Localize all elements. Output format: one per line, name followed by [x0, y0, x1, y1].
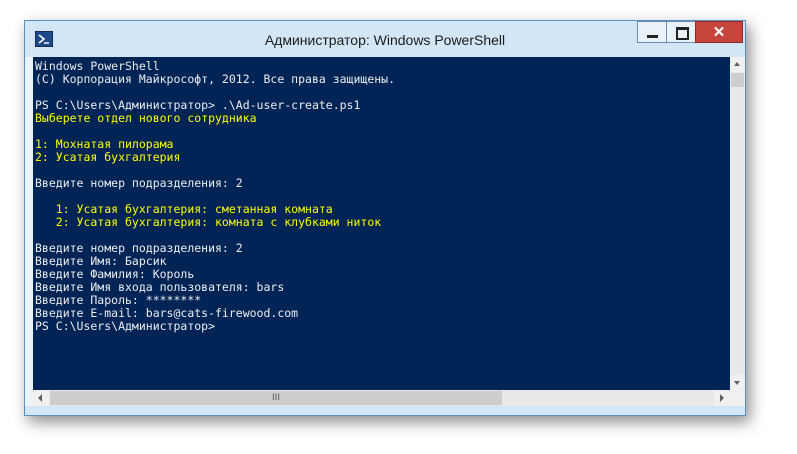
horizontal-scroll-thumb[interactable]: III — [50, 391, 502, 405]
console-line: Введите Пароль: ******** — [35, 293, 202, 307]
console-line: 1: Усатая бухгалтерия: сметанная комната — [35, 202, 333, 216]
console-text: Windows PowerShell (C) Корпорация Майкро… — [33, 57, 730, 333]
powershell-window: Администратор: Windows PowerShell ✕ Wind… — [24, 20, 746, 416]
console-line: 2: Усатая бухгалтерия: комната с клубкам… — [35, 215, 382, 229]
scroll-up-button[interactable] — [730, 57, 745, 72]
maximize-button[interactable] — [666, 21, 696, 43]
console-line: Введите E-mail: bars@cats-firewood.com — [35, 306, 299, 320]
horizontal-scrollbar[interactable]: III — [33, 390, 730, 406]
console-output[interactable]: Windows PowerShell (C) Корпорация Майкро… — [33, 57, 730, 390]
arrow-down-icon — [734, 381, 740, 385]
vertical-scrollbar[interactable] — [730, 57, 745, 390]
arrow-left-icon — [38, 394, 42, 402]
console-line: PS C:\Users\Администратор> — [35, 319, 216, 333]
scroll-grip: III — [272, 393, 280, 403]
console-line: Введите Имя: Барсик — [35, 254, 167, 268]
vertical-scroll-thumb[interactable] — [731, 73, 744, 87]
console-line: Введите Имя входа пользователя: bars — [35, 280, 285, 294]
console-line: Выберете отдел нового сотрудника — [35, 111, 257, 125]
console-line: PS C:\Users\Администратор> .\Ad-user-cre… — [35, 98, 361, 112]
console-line: Windows PowerShell — [35, 59, 160, 73]
window-bottom-border — [25, 406, 745, 415]
console-line: Введите номер подразделения: 2 — [35, 176, 243, 190]
maximize-icon — [676, 27, 689, 40]
close-icon: ✕ — [712, 24, 726, 41]
minimize-button[interactable] — [637, 21, 667, 43]
console-line: Введите номер подразделения: 2 — [35, 241, 243, 255]
title-bar[interactable]: Администратор: Windows PowerShell ✕ — [25, 21, 745, 57]
console-line: (C) Корпорация Майкрософт, 2012. Все пра… — [35, 72, 396, 86]
console-line: 1: Мохнатая пилорама — [35, 137, 174, 151]
scroll-right-button[interactable] — [714, 390, 730, 406]
minimize-icon — [647, 35, 658, 38]
scrollbar-corner — [730, 390, 745, 406]
console-line: 2: Усатая бухгалтерия — [35, 150, 181, 164]
arrow-right-icon — [720, 394, 724, 402]
close-button[interactable]: ✕ — [695, 21, 743, 43]
scroll-down-button[interactable] — [730, 375, 745, 390]
arrow-up-icon — [734, 62, 740, 66]
scroll-left-button[interactable] — [33, 390, 49, 406]
console-line: Введите Фамилия: Король — [35, 267, 195, 281]
